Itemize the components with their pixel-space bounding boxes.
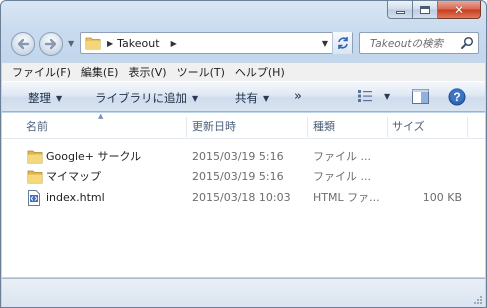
preview-pane-button[interactable] — [412, 89, 429, 107]
maximize-button[interactable] — [413, 1, 438, 19]
sort-ascending-icon: ▲ — [98, 112, 104, 120]
list-item[interactable]: マイマップ 2015/03/19 5:16 ファイル ... — [2, 167, 485, 187]
view-details-icon — [358, 90, 372, 102]
column-divider[interactable] — [186, 117, 187, 137]
change-view-button[interactable]: ▼ — [357, 89, 390, 103]
search-input[interactable]: Takeoutの検索 — [370, 36, 443, 51]
chevron-down-icon: ▼ — [56, 93, 63, 103]
menu-file[interactable]: ファイル(F) — [2, 64, 76, 80]
file-name: マイマップ — [46, 170, 101, 183]
menu-help[interactable]: ヘルプ(H) — [230, 64, 290, 80]
file-name: index.html — [46, 191, 105, 204]
address-bar[interactable]: ▶ Takeout ▶ ▼ — [80, 32, 353, 54]
breadcrumb-separator-icon[interactable]: ▶ — [107, 39, 113, 48]
back-arrow-icon — [17, 38, 30, 50]
details-pane — [2, 278, 485, 307]
breadcrumb-takeout[interactable]: Takeout — [117, 37, 159, 50]
minimize-icon — [395, 11, 405, 14]
list-item[interactable]: index.html 2015/03/18 10:03 HTML ファ... 1… — [2, 188, 485, 208]
preview-pane-icon — [412, 89, 429, 104]
address-history-dropdown-icon[interactable]: ▼ — [318, 33, 332, 53]
column-type[interactable]: 種類 — [313, 113, 335, 139]
explorer-window: ✕ ▼ ▶ Takeout ▶ ▼ Takeoutの検索 ファイル(F) 編集(… — [0, 0, 487, 308]
folder-icon — [27, 150, 43, 164]
forward-button[interactable] — [39, 32, 63, 56]
file-size — [392, 167, 462, 187]
menu-edit[interactable]: 編集(E) — [76, 64, 124, 80]
help-icon: ? — [448, 88, 466, 106]
column-divider[interactable] — [467, 117, 468, 137]
breadcrumb-chevron-icon[interactable]: ▶ — [171, 39, 177, 48]
file-name: Google+ サークル — [46, 150, 142, 163]
add-to-library-button[interactable]: ライブラリに追加 ▼ — [95, 90, 198, 106]
organize-button[interactable]: 整理 ▼ — [28, 90, 62, 106]
forward-arrow-icon — [44, 38, 57, 50]
menu-bar: ファイル(F) 編集(E) 表示(V) ツール(T) ヘルプ(H) — [2, 62, 485, 81]
file-list: ▲ 名前 更新日時 種類 サイズ Google+ サークル 2015/03/19… — [2, 112, 485, 277]
search-icon[interactable] — [460, 36, 474, 53]
html-file-icon — [28, 190, 40, 206]
caption-buttons: ✕ — [387, 1, 481, 19]
chevron-down-icon: ▼ — [263, 93, 270, 103]
resize-grip-icon[interactable] — [473, 295, 483, 305]
refresh-icon — [337, 37, 348, 49]
share-button[interactable]: 共有 ▼ — [235, 90, 269, 106]
file-type: ファイル ... — [313, 150, 371, 163]
command-bar: 整理 ▼ ライブラリに追加 ▼ 共有 ▼ » ▼ ? — [2, 81, 485, 112]
search-box[interactable]: Takeoutの検索 — [359, 32, 479, 54]
column-name[interactable]: 名前 — [26, 113, 48, 139]
file-size: 100 KB — [422, 191, 462, 204]
back-button[interactable] — [11, 32, 35, 56]
column-headers: ▲ 名前 更新日時 種類 サイズ — [2, 112, 485, 139]
menu-tools[interactable]: ツール(T) — [172, 64, 230, 80]
close-button[interactable]: ✕ — [438, 1, 481, 19]
maximize-icon — [420, 5, 430, 14]
chevron-down-icon: ▼ — [192, 93, 199, 103]
file-type: ファイル ... — [313, 170, 371, 183]
minimize-button[interactable] — [387, 1, 413, 19]
file-modified: 2015/03/19 5:16 — [192, 170, 284, 183]
close-icon: ✕ — [453, 2, 465, 17]
more-label: » — [294, 89, 302, 104]
share-label: 共有 — [235, 91, 258, 105]
help-button[interactable]: ? — [448, 88, 466, 109]
column-divider[interactable] — [387, 117, 388, 137]
file-type: HTML ファ... — [313, 191, 380, 204]
svg-text:?: ? — [453, 90, 460, 104]
more-commands-button[interactable]: » — [294, 89, 302, 104]
column-divider[interactable] — [307, 117, 308, 137]
column-modified[interactable]: 更新日時 — [192, 113, 236, 139]
recent-pages-dropdown-icon[interactable]: ▼ — [68, 39, 74, 48]
file-modified: 2015/03/18 10:03 — [192, 191, 291, 204]
refresh-button[interactable] — [332, 32, 352, 54]
column-size[interactable]: サイズ — [392, 113, 425, 139]
file-size — [392, 147, 462, 167]
list-item[interactable]: Google+ サークル 2015/03/19 5:16 ファイル ... — [2, 147, 485, 167]
menu-view[interactable]: 表示(V) — [123, 64, 171, 80]
organize-label: 整理 — [28, 91, 51, 105]
folder-icon — [85, 37, 101, 50]
chevron-down-icon[interactable]: ▼ — [384, 92, 390, 101]
file-modified: 2015/03/19 5:16 — [192, 150, 284, 163]
add-to-library-label: ライブラリに追加 — [95, 91, 187, 105]
folder-icon — [27, 170, 43, 184]
